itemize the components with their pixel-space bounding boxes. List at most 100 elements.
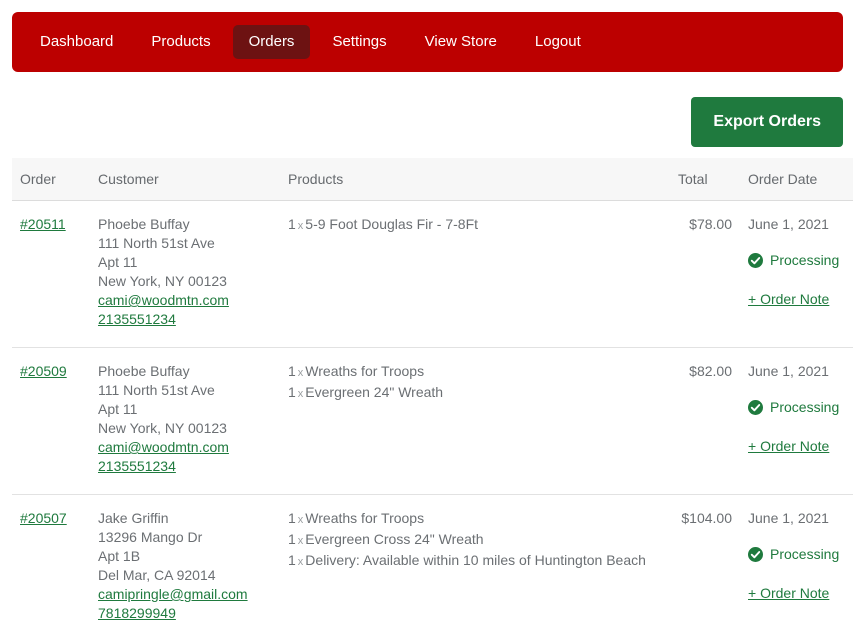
cell-products: 1 x 5-9 Foot Douglas Fir - 7-8Ft — [280, 200, 670, 348]
cell-customer: Jake Griffin 13296 Mango Dr Apt 1B Del Mar,… — [90, 494, 280, 638]
customer-name: Phoebe Buffay — [98, 216, 190, 232]
customer-city-state-zip: Del Mar, CA 92014 — [98, 567, 216, 583]
customer-email-link-wrapper: cami@woodmtn.com — [98, 291, 272, 310]
cell-order-id: #20507 — [12, 494, 90, 638]
customer-city-state-zip: New York, NY 00123 — [98, 420, 227, 436]
table-row: #20511 Phoebe Buffay 111 North 51st Ave Apt… — [12, 200, 853, 348]
column-header-products[interactable]: Products — [280, 158, 670, 201]
customer-email-link-wrapper: camipringle@gmail.com — [98, 585, 272, 604]
cell-order-id: #20509 — [12, 347, 90, 495]
column-header-order-date[interactable]: Order Date — [740, 158, 853, 201]
customer-address-line1: 111 North 51st Ave — [98, 382, 215, 398]
order-date-text: June 1, 2021 — [748, 510, 829, 526]
status-badge: Processing — [748, 251, 845, 270]
toolbar: Export Orders — [0, 86, 855, 158]
customer-city-state-zip: New York, NY 00123 — [98, 273, 227, 289]
status-label: Processing — [770, 399, 840, 415]
orders-table-head: Order Customer Products Total Order Date — [12, 158, 853, 201]
customer-address-line2: Apt 1B — [98, 548, 141, 564]
customer-phone-link[interactable]: 2135551234 — [98, 311, 176, 327]
nav-item-orders[interactable]: Orders — [232, 24, 311, 60]
nav-item-view-store[interactable]: View Store — [409, 25, 513, 60]
product-multiply-symbol: x — [297, 514, 304, 526]
customer-name: Phoebe Buffay — [98, 363, 190, 379]
order-id-link[interactable]: #20511 — [20, 216, 66, 232]
customer-email-link[interactable]: cami@woodmtn.com — [98, 439, 229, 455]
customer-phone-link[interactable]: 2135551234 — [98, 458, 176, 474]
check-circle-icon — [748, 253, 763, 268]
navigation-bar-container: Dashboard Products Orders Settings View Stor… — [0, 0, 855, 72]
product-quantity: 1 — [288, 510, 296, 526]
product-line-item: 1 x Wreaths for Troops — [288, 509, 662, 530]
product-name: Wreaths for Troops — [305, 510, 425, 526]
add-order-note-link[interactable]: + Order Note — [748, 437, 845, 456]
column-header-total[interactable]: Total — [670, 158, 740, 201]
customer-email-link-wrapper: cami@woodmtn.com — [98, 438, 272, 457]
customer-name: Jake Griffin — [98, 510, 169, 526]
status-badge: Processing — [748, 398, 845, 417]
product-multiply-symbol: x — [297, 556, 304, 568]
customer-phone-link[interactable]: 7818299949 — [98, 605, 176, 621]
product-name: Evergreen 24" Wreath — [305, 384, 444, 400]
product-quantity: 1 — [288, 363, 296, 379]
order-id-link[interactable]: #20509 — [20, 363, 67, 379]
orders-table-container: Order Customer Products Total Order Date… — [0, 158, 855, 638]
table-row: #20507 Jake Griffin 13296 Mango Dr Apt 1B De… — [12, 494, 853, 638]
product-name: Wreaths for Troops — [305, 363, 425, 379]
add-order-note-link[interactable]: + Order Note — [748, 290, 845, 309]
order-date-text: June 1, 2021 — [748, 363, 829, 379]
nav-item-dashboard[interactable]: Dashboard — [24, 25, 129, 60]
cell-order-date: June 1, 2021 Processing + Order Note — [740, 347, 853, 495]
cell-products: 1 x Wreaths for Troops 1 x Evergreen 24" Wrea… — [280, 347, 670, 495]
product-multiply-symbol: x — [297, 220, 304, 232]
product-line-item: 1 x Evergreen 24" Wreath — [288, 383, 662, 404]
check-circle-icon — [748, 547, 763, 562]
customer-email-link[interactable]: cami@woodmtn.com — [98, 292, 229, 308]
table-row: #20509 Phoebe Buffay 111 North 51st Ave Apt… — [12, 347, 853, 495]
product-line-item: 1 x Wreaths for Troops — [288, 362, 662, 383]
cell-customer: Phoebe Buffay 111 North 51st Ave Apt 11 New… — [90, 347, 280, 495]
product-quantity: 1 — [288, 552, 296, 568]
customer-address-line1: 13296 Mango Dr — [98, 529, 203, 545]
order-id-link[interactable]: #20507 — [20, 510, 67, 526]
main-navigation: Dashboard Products Orders Settings View Stor… — [12, 12, 843, 72]
customer-phone-link-wrapper: 2135551234 — [98, 310, 272, 329]
product-name: Evergreen Cross 24" Wreath — [305, 531, 484, 547]
customer-address-line2: Apt 11 — [98, 254, 138, 270]
order-date-text: June 1, 2021 — [748, 216, 829, 232]
status-label: Processing — [770, 546, 840, 562]
status-label: Processing — [770, 252, 840, 268]
cell-order-id: #20511 — [12, 200, 90, 348]
customer-address-line2: Apt 11 — [98, 401, 138, 417]
customer-phone-link-wrapper: 2135551234 — [98, 457, 272, 476]
nav-item-products[interactable]: Products — [135, 25, 226, 60]
cell-order-total: $78.00 — [670, 200, 740, 348]
orders-table: Order Customer Products Total Order Date… — [12, 158, 853, 638]
product-multiply-symbol: x — [297, 535, 304, 547]
export-orders-button[interactable]: Export Orders — [691, 97, 843, 147]
cell-order-total: $82.00 — [670, 347, 740, 495]
cell-order-date: June 1, 2021 Processing + Order Note — [740, 200, 853, 348]
product-name: 5-9 Foot Douglas Fir - 7-8Ft — [305, 216, 479, 232]
cell-customer: Phoebe Buffay 111 North 51st Ave Apt 11 New… — [90, 200, 280, 348]
column-header-customer[interactable]: Customer — [90, 158, 280, 201]
cell-order-total: $104.00 — [670, 494, 740, 638]
product-line-item: 1 x 5-9 Foot Douglas Fir - 7-8Ft — [288, 215, 662, 236]
product-quantity: 1 — [288, 384, 296, 400]
cell-order-date: June 1, 2021 Processing + Order Note — [740, 494, 853, 638]
status-badge: Processing — [748, 545, 845, 564]
nav-item-logout[interactable]: Logout — [519, 25, 597, 60]
table-header-row: Order Customer Products Total Order Date — [12, 158, 853, 201]
customer-address-line1: 111 North 51st Ave — [98, 235, 215, 251]
column-header-order[interactable]: Order — [12, 158, 90, 201]
product-multiply-symbol: x — [297, 388, 304, 400]
product-line-item: 1 x Evergreen Cross 24" Wreath — [288, 530, 662, 551]
customer-email-link[interactable]: camipringle@gmail.com — [98, 586, 248, 602]
add-order-note-link[interactable]: + Order Note — [748, 584, 845, 603]
product-quantity: 1 — [288, 216, 296, 232]
product-name: Delivery: Available within 10 miles of H… — [305, 552, 646, 568]
cell-products: 1 x Wreaths for Troops 1 x Evergreen Cross 24… — [280, 494, 670, 638]
check-circle-icon — [748, 400, 763, 415]
product-multiply-symbol: x — [297, 367, 304, 379]
nav-item-settings[interactable]: Settings — [316, 25, 402, 60]
